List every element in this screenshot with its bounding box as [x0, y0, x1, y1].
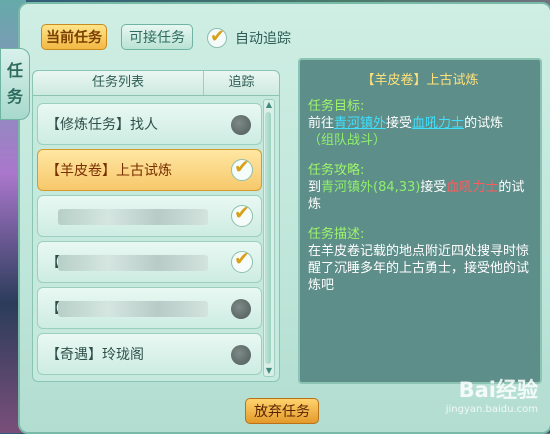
quest-row-label: 【修炼任务】找人 [46, 117, 158, 133]
goal-prefix: 前往 [308, 116, 335, 131]
goal-place-link[interactable]: 青河镇外 [334, 116, 386, 131]
goal-mid: 接受 [386, 116, 413, 131]
quest-goal-text: 前往青河镇外接受血吼力士的试炼 [308, 115, 530, 132]
checkmark-icon: ✔ [234, 202, 250, 224]
quest-row-label: 【奇遇】玲珑阁 [46, 347, 144, 363]
quest-guide-heading: 任务攻略: [308, 163, 365, 178]
blurred-text [58, 301, 208, 317]
auto-track-label: 自动追踪 [235, 31, 291, 47]
track-toggle-on[interactable]: ✔ [231, 202, 253, 227]
header-quest-list: 任务列表 [33, 71, 204, 95]
side-tab-char: 务 [6, 87, 23, 106]
quest-row[interactable]: 【修炼任务】找人 [37, 103, 262, 145]
guide-place-link[interactable]: 青河镇外(84,33) [321, 180, 420, 195]
quest-list-header: 任务列表 追踪 [33, 71, 279, 96]
quest-row[interactable]: 【 [37, 287, 262, 329]
guide-prefix: 到 [308, 180, 322, 195]
quest-row[interactable]: 【 ✔ [37, 241, 262, 283]
tab-available-quests[interactable]: 可接任务 [121, 24, 193, 50]
quest-row-selected[interactable]: 【羊皮卷】上古试炼 ✔ [37, 149, 262, 191]
scroll-thumb[interactable] [265, 112, 271, 364]
goal-npc-link[interactable]: 血吼力士 [412, 116, 464, 131]
quest-row-label: 【羊皮卷】上古试炼 [46, 163, 172, 179]
track-toggle-off[interactable] [231, 299, 251, 319]
quest-detail-panel: 【羊皮卷】上古试炼 任务目标: 前往青河镇外接受血吼力士的试炼 （组队战斗） 任… [298, 58, 542, 384]
checkmark-icon: ✔ [234, 248, 250, 270]
goal-suffix: 的试炼 [464, 116, 504, 131]
scroll-up-arrow-icon[interactable]: ▲ [264, 100, 274, 110]
quest-desc-heading: 任务描述: [308, 227, 365, 242]
watermark-logo: Bai经验 jingyan.baidu.com [398, 374, 538, 420]
blurred-text [58, 209, 208, 225]
side-tab-quest[interactable]: 任 务 [0, 48, 30, 120]
checkmark-icon: ✔ [234, 156, 250, 178]
track-toggle-off[interactable] [231, 345, 251, 365]
checkmark-icon: ✔ [210, 26, 226, 47]
header-track: 追踪 [228, 75, 255, 90]
scroll-down-arrow-icon[interactable]: ▼ [264, 366, 274, 376]
track-toggle-on[interactable]: ✔ [231, 156, 253, 181]
abandon-quest-button[interactable]: 放弃任务 [245, 398, 319, 424]
quest-guide-section: 任务攻略: 到青河镇外(84,33)接受血吼力士的试炼 [308, 162, 530, 213]
side-tab-char: 任 [6, 61, 23, 80]
quest-list: 任务列表 追踪 【修炼任务】找人 【羊皮卷】上古试炼 ✔ ✔ 【 ✔ 【 【奇遇… [32, 70, 280, 382]
track-toggle-off[interactable] [231, 115, 251, 135]
quest-desc-section: 任务描述: 在羊皮卷记载的地点附近四处搜寻时惊醒了沉睡多年的上古勇士，接受他的试… [308, 226, 530, 294]
track-toggle-on[interactable]: ✔ [231, 248, 253, 273]
quest-row[interactable]: 【奇遇】玲珑阁 [37, 333, 262, 375]
guide-npc-link[interactable]: 血吼力士 [446, 180, 498, 195]
tab-current-quests[interactable]: 当前任务 [41, 24, 107, 50]
guide-mid: 接受 [420, 180, 447, 195]
quest-row[interactable]: ✔ [37, 195, 262, 237]
watermark-logo-text: Bai经验 [458, 378, 538, 402]
quest-list-scrollbar[interactable]: ▲ ▼ [263, 99, 275, 377]
auto-track-checkbox[interactable]: ✔ [207, 26, 227, 48]
watermark-url: jingyan.baidu.com [445, 404, 538, 415]
quest-desc-text: 在羊皮卷记载的地点附近四处搜寻时惊醒了沉睡多年的上古勇士，接受他的试炼吧 [308, 244, 530, 293]
blurred-text [58, 255, 208, 271]
quest-goal-heading: 任务目标: [308, 99, 365, 114]
quest-guide-text: 到青河镇外(84,33)接受血吼力士的试炼 [308, 179, 530, 213]
goal-battle-tag: （组队战斗） [308, 133, 387, 148]
quest-goal-section: 任务目标: 前往青河镇外接受血吼力士的试炼 （组队战斗） [308, 98, 530, 149]
auto-track-toggle[interactable]: ✔ 自动追踪 [207, 26, 291, 50]
quest-panel: 当前任务 可接任务 ✔ 自动追踪 任务列表 追踪 【修炼任务】找人 【羊皮卷】上… [18, 2, 550, 434]
quest-detail-title: 【羊皮卷】上古试炼 [361, 73, 479, 88]
